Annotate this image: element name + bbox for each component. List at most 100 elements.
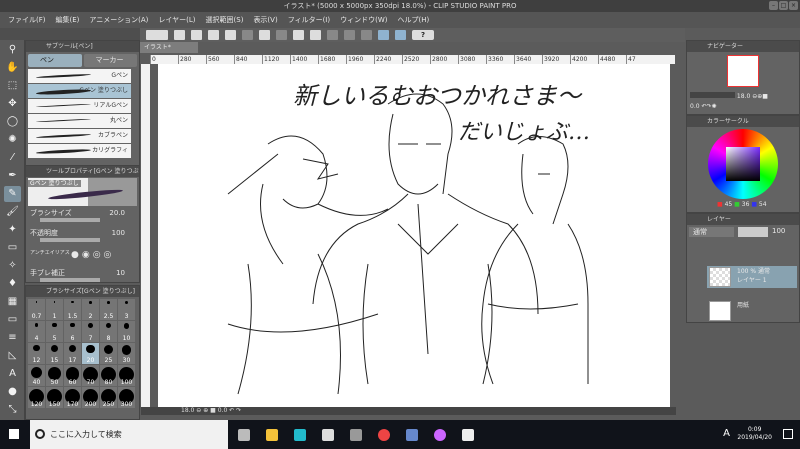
brush-size-option[interactable]: 0.7 [28, 299, 45, 320]
transform-icon[interactable] [310, 30, 321, 40]
brush-size-setting[interactable]: ブラシサイズ 20.0 [26, 207, 139, 227]
close-button[interactable]: × [789, 1, 798, 10]
menu-help[interactable]: ヘルプ(H) [397, 15, 429, 25]
brush-kabura-pen[interactable]: カブラペン [28, 129, 131, 143]
ruler-icon[interactable]: ◺ [4, 348, 21, 364]
layer-row-1[interactable]: 100 % 通常 レイヤー 1 [707, 266, 797, 288]
stabilization-slider[interactable] [40, 278, 100, 282]
menu-selection[interactable]: 選択範囲(S) [206, 15, 244, 25]
mail-icon[interactable] [322, 428, 334, 441]
save-icon[interactable] [208, 30, 219, 40]
brush-size-option[interactable]: 2.5 [100, 299, 117, 320]
brush-size-option[interactable]: 50 [46, 365, 63, 386]
brush-size-option[interactable]: 170 [64, 387, 81, 408]
layer-opacity-value[interactable]: 100 [772, 227, 785, 237]
brush-size-option[interactable]: 12 [28, 343, 45, 364]
stabilization-value[interactable]: 10 [116, 269, 125, 277]
chrome-icon[interactable] [378, 428, 390, 441]
pen-tool-icon[interactable]: ✒ [4, 168, 21, 184]
panel-collapse-strip[interactable] [0, 28, 140, 40]
brush-g-pen-fill[interactable]: Gペン 塗りつぶし [28, 84, 131, 98]
redo-icon[interactable] [242, 30, 253, 40]
canvas-zoom-value[interactable]: 18.0 [181, 407, 194, 414]
crop-icon[interactable] [276, 30, 287, 40]
correct-line-icon[interactable]: ⤡ [4, 402, 21, 418]
brush-size-option[interactable]: 17 [64, 343, 81, 364]
open-file-icon[interactable] [191, 30, 202, 40]
brush-maru-pen[interactable]: 丸ペン [28, 114, 131, 128]
layer-opacity-slider[interactable] [738, 227, 768, 237]
balloon-icon[interactable]: ● [4, 384, 21, 400]
app-icon[interactable] [406, 428, 418, 441]
menu-file[interactable]: ファイル(F) [8, 15, 46, 25]
file-explorer-icon[interactable] [266, 428, 278, 441]
menu-window[interactable]: ウィンドウ(W) [340, 15, 387, 25]
snap-special-icon[interactable] [361, 30, 372, 40]
brush-size-option[interactable]: 80 [100, 365, 117, 386]
menu-animation[interactable]: アニメーション(A) [89, 15, 148, 25]
brush-size-option[interactable]: 30 [118, 343, 135, 364]
deselect-icon[interactable] [259, 30, 270, 40]
tab-marker[interactable]: マーカー [83, 54, 137, 67]
brush-size-option[interactable]: 100 [118, 365, 135, 386]
menu-layer[interactable]: レイヤー(L) [158, 15, 195, 25]
figure-icon[interactable]: ▭ [4, 312, 21, 328]
pencil-tool-icon[interactable]: ✎ [4, 186, 21, 202]
clock[interactable]: 0:09 2019/04/20 [737, 426, 772, 442]
ime-indicator[interactable]: A [723, 428, 730, 439]
brush-size-option[interactable]: 300 [118, 387, 135, 408]
windows-start-icon[interactable] [9, 429, 19, 439]
brush-real-g-pen[interactable]: リアルGペン [28, 99, 131, 113]
tab-pen[interactable]: ペン [28, 54, 82, 67]
brush-size-option[interactable]: 25 [100, 343, 117, 364]
navigator-zoom-slider[interactable] [690, 92, 735, 98]
task-view-icon[interactable] [238, 428, 250, 441]
navigator-zoom-value[interactable]: 18.0 [737, 93, 750, 100]
brush-calligraphy[interactable]: カリグラフィ [28, 144, 131, 158]
clip-studio-icon[interactable] [146, 30, 168, 40]
undo-icon[interactable] [225, 30, 236, 40]
menu-edit[interactable]: 編集(E) [56, 15, 80, 25]
brush-size-option[interactable]: 1.5 [64, 299, 81, 320]
maximize-button[interactable]: □ [779, 1, 788, 10]
itunes-icon[interactable] [434, 428, 446, 441]
text-tool-icon[interactable]: A [4, 366, 21, 382]
brush-size-option[interactable]: 3 [118, 299, 135, 320]
brush-size-option[interactable]: 4 [28, 321, 45, 342]
brush-size-option[interactable]: 250 [100, 387, 117, 408]
clip-studio-paint-icon[interactable] [462, 428, 474, 441]
brush-size-option[interactable]: 40 [28, 365, 45, 386]
store-icon[interactable] [294, 428, 306, 441]
brush-size-option[interactable]: 70 [82, 365, 99, 386]
brush-size-option[interactable]: 200 [82, 387, 99, 408]
navigator-preview[interactable] [727, 55, 759, 87]
taskbar-search-input[interactable]: ここに入力して検索 [30, 420, 228, 449]
brush-size-option[interactable]: 2 [82, 299, 99, 320]
blend-tool-icon[interactable]: ✧ [4, 258, 21, 274]
eraser-icon[interactable]: ▭ [4, 240, 21, 256]
menu-view[interactable]: 表示(V) [253, 15, 277, 25]
move-tool-icon[interactable]: ✥ [4, 96, 21, 112]
brush-size-option[interactable]: 150 [46, 387, 63, 408]
color-wheel[interactable] [708, 129, 778, 199]
brush-size-option[interactable]: 60 [64, 365, 81, 386]
snap-ruler-icon[interactable] [378, 30, 389, 40]
clip-studio-icon[interactable] [350, 428, 362, 441]
layer-row-paper[interactable]: 用紙 [707, 300, 797, 322]
drawing-canvas[interactable]: 新しいるむおつかれさま〜 だいじょぶ… [158, 64, 670, 407]
snap-icon[interactable] [327, 30, 338, 40]
fill-tool-icon[interactable]: ♦ [4, 276, 21, 292]
brush-size-option[interactable]: 20 [82, 343, 99, 364]
help-button[interactable]: ? [412, 30, 434, 40]
minimize-button[interactable]: – [769, 1, 778, 10]
brush-size-option[interactable]: 5 [46, 321, 63, 342]
brush-size-option[interactable]: 7 [82, 321, 99, 342]
brush-size-option[interactable]: 8 [100, 321, 117, 342]
brush-size-value[interactable]: 20.0 [109, 209, 125, 217]
zoom-tool-icon[interactable]: ⚲ [4, 42, 21, 58]
blend-mode-select[interactable]: 通常 [689, 227, 734, 237]
frame-icon[interactable]: ≡ [4, 330, 21, 346]
brush-size-option[interactable]: 10 [118, 321, 135, 342]
opacity-slider[interactable] [40, 238, 100, 242]
brush-size-option[interactable]: 120 [28, 387, 45, 408]
